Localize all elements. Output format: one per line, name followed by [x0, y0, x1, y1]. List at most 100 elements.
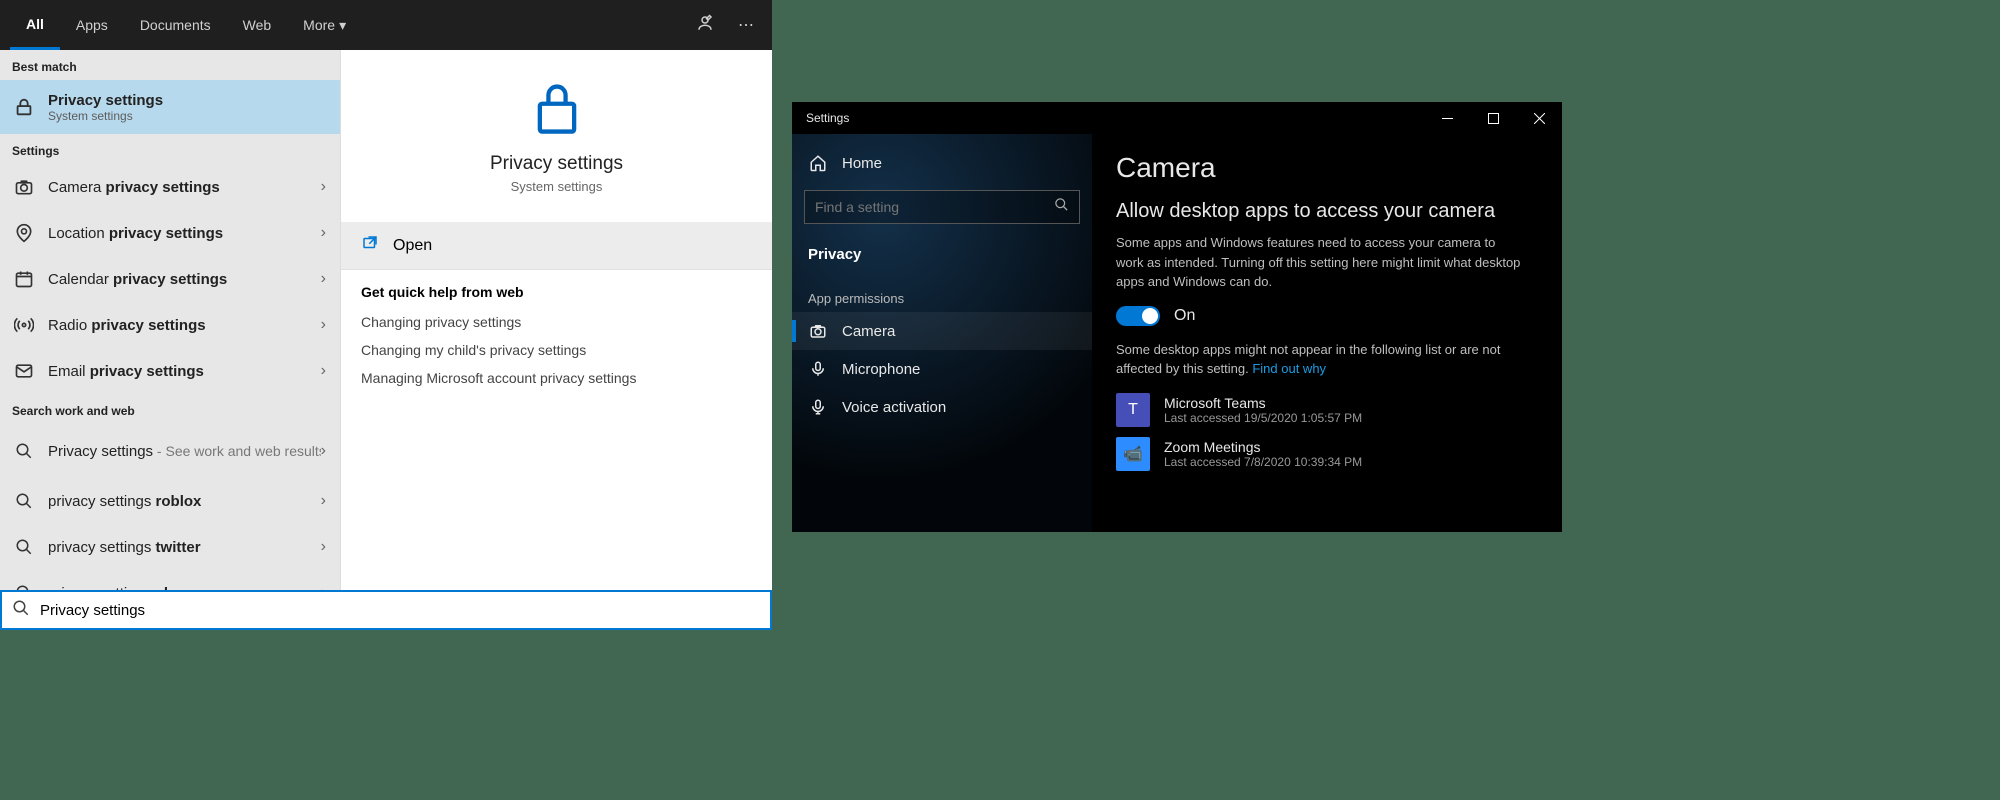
search-input-box[interactable] — [0, 590, 772, 630]
chevron-right-icon: › — [321, 442, 328, 460]
maximize-button[interactable] — [1470, 102, 1516, 134]
quick-help-link[interactable]: Managing Microsoft account privacy setti… — [361, 370, 752, 386]
tab-more[interactable]: More ▾ — [287, 0, 362, 50]
quick-help-link[interactable]: Changing my child's privacy settings — [361, 342, 752, 358]
app-last-accessed: Last accessed 7/8/2020 10:39:34 PM — [1164, 455, 1362, 469]
chevron-right-icon: › — [321, 270, 328, 288]
chevron-right-icon: › — [321, 316, 328, 334]
tab-more-label: More — [303, 17, 335, 33]
tab-apps[interactable]: Apps — [60, 0, 124, 50]
settings-search-input[interactable] — [815, 199, 1054, 215]
section-search-web: Search work and web — [0, 394, 340, 424]
chevron-right-icon: › — [321, 538, 328, 556]
nav-microphone[interactable]: Microphone — [792, 350, 1092, 388]
result-text: Privacy settings — [48, 443, 153, 460]
result-prefix: Email — [48, 363, 90, 380]
find-out-why-link[interactable]: Find out why — [1252, 361, 1326, 376]
more-options-icon[interactable]: ⋯ — [730, 7, 762, 43]
toggle-label: On — [1174, 307, 1195, 325]
lock-icon — [531, 78, 583, 138]
search-icon — [1054, 197, 1069, 217]
chevron-right-icon: › — [321, 178, 328, 196]
page-title: Camera — [1116, 152, 1538, 184]
camera-access-toggle[interactable] — [1116, 306, 1160, 326]
search-input[interactable] — [40, 602, 760, 619]
app-item-teams: T Microsoft Teams Last accessed 19/5/202… — [1116, 393, 1538, 427]
best-match-sub: System settings — [48, 109, 328, 123]
open-label: Open — [393, 237, 432, 255]
web-result-0[interactable]: Privacy settings - See work and web resu… — [0, 424, 340, 478]
settings-result-calendar[interactable]: Calendar privacy settings › — [0, 256, 340, 302]
result-bold: roblox — [156, 493, 202, 510]
nav-section-privacy: Privacy — [792, 238, 1092, 277]
result-bold: privacy settings — [109, 225, 223, 242]
settings-window: Settings Home Privacy App permissions Ca… — [792, 102, 1562, 532]
tab-web[interactable]: Web — [227, 0, 288, 50]
preview-column: Privacy settings System settings Open Ge… — [340, 50, 772, 620]
home-icon — [808, 154, 828, 172]
calendar-icon — [12, 267, 36, 291]
nav-voice-label: Voice activation — [842, 399, 946, 416]
camera-icon — [808, 322, 828, 340]
best-match-title: Privacy settings — [48, 92, 328, 109]
open-button[interactable]: Open — [341, 222, 772, 269]
voice-icon — [808, 398, 828, 416]
preview-subtitle: System settings — [351, 179, 762, 194]
quick-help-heading: Get quick help from web — [361, 284, 752, 300]
camera-icon — [12, 175, 36, 199]
result-prefix: Calendar — [48, 271, 113, 288]
result-prefix: Camera — [48, 179, 106, 196]
quick-help-link[interactable]: Changing privacy settings — [361, 314, 752, 330]
section-description: Some apps and Windows features need to a… — [1116, 233, 1526, 292]
zoom-icon: 📹 — [1116, 437, 1150, 471]
location-icon — [12, 221, 36, 245]
result-bold: privacy settings — [113, 271, 227, 288]
search-tabs-bar: All Apps Documents Web More ▾ ⋯ — [0, 0, 772, 50]
result-bold: twitter — [156, 539, 201, 556]
tab-documents[interactable]: Documents — [124, 0, 227, 50]
email-icon — [12, 359, 36, 383]
search-icon — [12, 489, 36, 513]
titlebar: Settings — [792, 102, 1562, 134]
settings-result-radio[interactable]: Radio privacy settings › — [0, 302, 340, 348]
section-heading: Allow desktop apps to access your camera — [1116, 200, 1538, 223]
section-note: Some desktop apps might not appear in th… — [1116, 340, 1526, 379]
result-tail: - See work and web results — [153, 443, 321, 459]
search-body: Best match Privacy settings System setti… — [0, 50, 772, 620]
section-settings: Settings — [0, 134, 340, 164]
nav-microphone-label: Microphone — [842, 361, 920, 378]
section-best-match: Best match — [0, 50, 340, 80]
settings-result-email[interactable]: Email privacy settings › — [0, 348, 340, 394]
settings-nav: Home Privacy App permissions Camera Micr… — [792, 134, 1092, 532]
nav-camera[interactable]: Camera — [792, 312, 1092, 350]
app-item-zoom: 📹 Zoom Meetings Last accessed 7/8/2020 1… — [1116, 437, 1538, 471]
nav-home[interactable]: Home — [792, 144, 1092, 182]
feedback-icon[interactable] — [688, 6, 722, 45]
search-icon — [12, 439, 36, 463]
chevron-right-icon: › — [321, 492, 328, 510]
settings-result-location[interactable]: Location privacy settings › — [0, 210, 340, 256]
result-bold: privacy settings — [106, 179, 220, 196]
app-last-accessed: Last accessed 19/5/2020 1:05:57 PM — [1164, 411, 1362, 425]
app-name: Zoom Meetings — [1164, 439, 1362, 455]
nav-voice-activation[interactable]: Voice activation — [792, 388, 1092, 426]
microphone-icon — [808, 360, 828, 378]
chevron-down-icon: ▾ — [339, 17, 346, 34]
close-button[interactable] — [1516, 102, 1562, 134]
nav-camera-label: Camera — [842, 323, 895, 340]
web-result-1[interactable]: privacy settings roblox › — [0, 478, 340, 524]
result-bold: privacy settings — [91, 317, 205, 334]
search-icon — [12, 535, 36, 559]
lock-icon — [12, 95, 36, 119]
minimize-button[interactable] — [1424, 102, 1470, 134]
nav-home-label: Home — [842, 155, 882, 172]
settings-search[interactable] — [804, 190, 1080, 224]
best-match-result[interactable]: Privacy settings System settings — [0, 80, 340, 134]
results-column: Best match Privacy settings System setti… — [0, 50, 340, 620]
result-prefix: Location — [48, 225, 109, 242]
web-result-2[interactable]: privacy settings twitter › — [0, 524, 340, 570]
app-name: Microsoft Teams — [1164, 395, 1362, 411]
teams-icon: T — [1116, 393, 1150, 427]
tab-all[interactable]: All — [10, 0, 60, 50]
settings-result-camera[interactable]: Camera privacy settings › — [0, 164, 340, 210]
